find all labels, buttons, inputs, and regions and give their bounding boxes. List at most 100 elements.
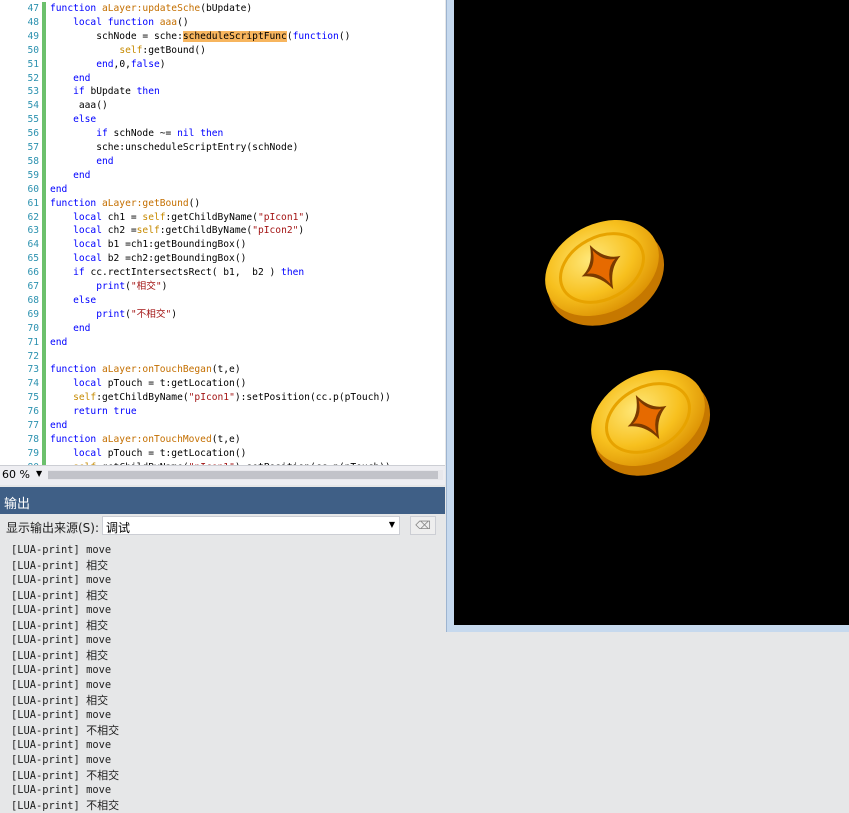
code-text: local ch1 = self:getChildByName("pIcon1"… xyxy=(73,211,310,223)
code-text: if bUpdate then xyxy=(73,86,160,98)
code-text: else xyxy=(73,294,97,306)
chevron-down-icon[interactable]: ▼ xyxy=(36,469,42,478)
code-line[interactable]: 71 end xyxy=(0,335,445,350)
code-text: function aLayer:getBound() xyxy=(50,197,201,209)
line-number: 49 xyxy=(27,30,39,42)
code-line[interactable]: 48 local function aaa() xyxy=(0,15,445,30)
output-toolbar: 显示输出来源(S): 调试 ▼ ⌫ xyxy=(0,514,445,539)
code-line[interactable]: 67 print("相交") xyxy=(0,280,445,294)
horizontal-scrollbar[interactable] xyxy=(48,470,443,480)
code-text: local ch2 =self:getChildByName("pIcon2") xyxy=(73,225,305,237)
code-line[interactable]: 64 local b1 =ch1:getBoundingBox() xyxy=(0,238,445,253)
output-line: [LUA-print] 不相交 xyxy=(11,724,120,737)
code-line[interactable]: 79 local pTouch = t:getLocation() xyxy=(0,446,445,461)
code-line[interactable]: 78 function aLayer:onTouchMoved(t,e) xyxy=(0,432,445,447)
coin-icon-2[interactable] xyxy=(586,362,718,478)
code-text: self:getChildByName("pIcon1"):setPositio… xyxy=(73,392,391,404)
line-number: 58 xyxy=(27,155,39,167)
code-line[interactable]: 70 end xyxy=(0,321,445,336)
code-line[interactable]: 73 function aLayer:onTouchBegan(t,e) xyxy=(0,363,445,378)
zoom-level[interactable]: 60 % xyxy=(2,468,30,481)
change-marker xyxy=(42,43,46,58)
line-number: 73 xyxy=(27,364,39,376)
code-text: local b1 =ch1:getBoundingBox() xyxy=(73,239,247,251)
code-text: end xyxy=(73,322,91,334)
change-marker xyxy=(42,252,46,267)
change-marker xyxy=(42,363,46,378)
code-line[interactable]: 47 function aLayer:updateSche(bUpdate) xyxy=(0,2,445,16)
code-line[interactable]: 51 end,0,false) xyxy=(0,57,445,72)
coin-icon-1[interactable] xyxy=(540,212,672,328)
output-line: [LUA-print] 相交 xyxy=(11,649,109,662)
code-line[interactable]: 55 else xyxy=(0,113,445,128)
change-marker xyxy=(42,210,46,225)
output-log[interactable]: [LUA-print] move [LUA-print] 相交 [LUA-print… xyxy=(0,539,445,813)
code-line[interactable]: 57 sche:unscheduleScriptEntry(schNode) xyxy=(0,141,445,155)
code-line[interactable]: 60 end xyxy=(0,182,445,197)
line-number: 64 xyxy=(27,239,39,251)
output-line: [LUA-print] move xyxy=(11,634,112,646)
line-number: 79 xyxy=(27,447,39,459)
line-number: 67 xyxy=(27,281,39,292)
code-line[interactable]: 74 local pTouch = t:getLocation() xyxy=(0,377,445,392)
code-text: local b2 =ch2:getBoundingBox() xyxy=(73,253,247,265)
change-marker xyxy=(42,182,46,197)
change-marker xyxy=(42,349,46,364)
line-number: 76 xyxy=(27,406,39,418)
chevron-down-icon[interactable]: ▼ xyxy=(389,520,395,529)
line-number: 74 xyxy=(27,378,39,390)
change-marker xyxy=(42,307,46,322)
change-marker xyxy=(42,432,46,447)
change-marker xyxy=(42,2,46,16)
code-line[interactable]: 52 end xyxy=(0,71,445,86)
change-marker xyxy=(42,127,46,142)
code-line[interactable]: 77 end xyxy=(0,419,445,433)
code-line[interactable]: 72 xyxy=(0,349,445,364)
change-marker xyxy=(42,224,46,239)
change-marker xyxy=(42,85,46,100)
output-line: [LUA-print] move xyxy=(11,709,112,721)
code-line[interactable]: 63 local ch2 =self:getChildByName("pIcon… xyxy=(0,224,445,239)
code-line[interactable]: 54 aaa() xyxy=(0,99,445,114)
code-text: end xyxy=(50,336,68,348)
code-line[interactable]: 49 schNode = sche:scheduleScriptFunc(fun… xyxy=(0,29,445,44)
code-line[interactable]: 53 if bUpdate then xyxy=(0,85,445,100)
line-number: 55 xyxy=(27,114,39,126)
output-line: [LUA-print] move xyxy=(11,679,112,691)
change-marker xyxy=(42,335,46,350)
output-source-select[interactable]: 调试 ▼ xyxy=(102,516,400,535)
code-line[interactable]: 65 local b2 =ch2:getBoundingBox() xyxy=(0,252,445,267)
code-line[interactable]: 75 self:getChildByName("pIcon1"):setPosi… xyxy=(0,391,445,406)
code-line[interactable]: 76 return true xyxy=(0,405,445,420)
code-line[interactable]: 50 self:getBound() xyxy=(0,43,445,58)
line-number: 72 xyxy=(27,350,39,362)
code-text: if cc.rectIntersectsRect( b1, b2 ) then xyxy=(73,267,305,279)
code-text: else xyxy=(73,114,97,126)
output-line: [LUA-print] 相交 xyxy=(11,559,109,572)
code-text: local pTouch = t:getLocation() xyxy=(73,447,247,459)
line-number: 61 xyxy=(27,197,39,209)
code-line[interactable]: 62 local ch1 = self:getChildByName("pIco… xyxy=(0,210,445,225)
change-marker xyxy=(42,377,46,392)
code-line[interactable]: 59 end xyxy=(0,168,445,183)
code-line[interactable]: 68 else xyxy=(0,293,445,308)
line-number: 51 xyxy=(27,58,39,70)
output-line: [LUA-print] 不相交 xyxy=(11,799,120,812)
code-line[interactable]: 69 print("不相交") xyxy=(0,307,445,322)
code-line[interactable]: 58 end xyxy=(0,154,445,169)
clear-output-button[interactable]: ⌫ xyxy=(410,516,436,535)
code-text: if schNode ~= nil then xyxy=(96,128,224,140)
code-text: end xyxy=(96,155,114,167)
change-marker xyxy=(42,113,46,128)
code-text: self:getBound() xyxy=(119,44,206,56)
change-marker xyxy=(42,71,46,86)
scrollbar-thumb[interactable] xyxy=(48,471,438,479)
line-number: 59 xyxy=(27,169,39,181)
code-line[interactable]: 56 if schNode ~= nil then xyxy=(0,127,445,142)
code-editor[interactable]: 47 function aLayer:updateSche(bUpdate) 48 … xyxy=(0,0,445,465)
code-text: end xyxy=(73,169,91,181)
line-number: 77 xyxy=(27,420,39,431)
change-marker xyxy=(42,15,46,30)
code-line[interactable]: 66 if cc.rectIntersectsRect( b1, b2 ) th… xyxy=(0,266,445,281)
code-line[interactable]: 61 function aLayer:getBound() xyxy=(0,196,445,211)
